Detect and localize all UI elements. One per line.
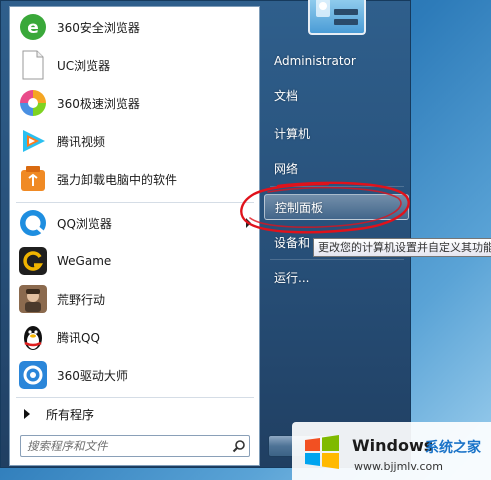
search-box[interactable]: [20, 435, 250, 457]
windows-logo-icon: [305, 435, 339, 469]
search-icon[interactable]: [229, 436, 249, 456]
qq-browser-icon: [17, 207, 49, 239]
documents-link[interactable]: 文档: [264, 82, 409, 108]
programs-pane: e 360安全浏览器 UC浏览器 360极速浏览器 腾讯视频 强力卸载电脑中的软…: [9, 6, 260, 466]
uc-browser-icon: [17, 49, 49, 81]
tooltip: 更改您的计算机设置并自定义其功能: [313, 238, 491, 257]
360-speed-browser-icon: [17, 87, 49, 119]
program-item[interactable]: QQ浏览器: [12, 205, 259, 241]
program-item[interactable]: 腾讯QQ: [12, 319, 259, 355]
qq-penguin-icon: [17, 321, 49, 353]
program-item[interactable]: 强力卸载电脑中的软件: [12, 161, 259, 197]
all-programs-label: 所有程序: [46, 407, 95, 422]
program-label: QQ浏览器: [57, 216, 112, 231]
watermark-title: Windows: [352, 436, 434, 455]
360-driver-icon: [17, 359, 49, 391]
svg-text:e: e: [27, 18, 39, 38]
program-label: 腾讯QQ: [57, 330, 100, 345]
network-link[interactable]: 网络: [264, 155, 409, 181]
computer-link[interactable]: 计算机: [264, 120, 409, 146]
all-programs-button[interactable]: 所有程序: [12, 401, 259, 427]
divider: [16, 202, 254, 203]
program-item[interactable]: 360驱动大师: [12, 357, 259, 393]
highlight-circle: [240, 181, 410, 234]
computer-label: 计算机: [274, 126, 311, 141]
run-link[interactable]: 运行...: [264, 264, 409, 290]
360-browser-icon: e: [17, 11, 49, 43]
program-item[interactable]: 腾讯视频: [12, 123, 259, 159]
program-label: WeGame: [57, 254, 112, 268]
network-label: 网络: [274, 161, 299, 176]
program-label: 荒野行动: [57, 292, 106, 307]
program-label: 腾讯视频: [57, 134, 106, 149]
watermark: Windows 系统之家 www.bjjmlv.com: [292, 422, 491, 480]
divider: [270, 259, 404, 260]
user-name-link[interactable]: Administrator: [264, 48, 409, 74]
documents-label: 文档: [274, 88, 299, 103]
divider: [16, 397, 254, 398]
program-label: 强力卸载电脑中的软件: [57, 172, 178, 187]
program-label: 360安全浏览器: [57, 20, 140, 35]
program-item[interactable]: UC浏览器: [12, 47, 259, 83]
search-input[interactable]: [21, 438, 229, 454]
expand-arrow-icon: [24, 409, 30, 419]
run-label: 运行...: [274, 270, 310, 285]
program-label: 360驱动大师: [57, 368, 128, 383]
user-name: Administrator: [274, 54, 356, 68]
wegame-icon: [17, 245, 49, 277]
user-picture[interactable]: [308, 0, 366, 35]
desktop: e 360安全浏览器 UC浏览器 360极速浏览器 腾讯视频 强力卸载电脑中的软…: [0, 0, 491, 480]
watermark-url: www.bjjmlv.com: [354, 460, 443, 473]
program-item[interactable]: 360极速浏览器: [12, 85, 259, 121]
program-item[interactable]: WeGame: [12, 243, 259, 279]
program-label: 360极速浏览器: [57, 96, 140, 111]
watermark-title-cn: 系统之家: [425, 440, 481, 456]
tencent-video-icon: [17, 125, 49, 157]
uninstall-tool-icon: [17, 163, 49, 195]
program-item[interactable]: 荒野行动: [12, 281, 259, 317]
program-item[interactable]: e 360安全浏览器: [12, 9, 259, 45]
program-label: UC浏览器: [57, 58, 111, 73]
knives-out-icon: [17, 283, 49, 315]
